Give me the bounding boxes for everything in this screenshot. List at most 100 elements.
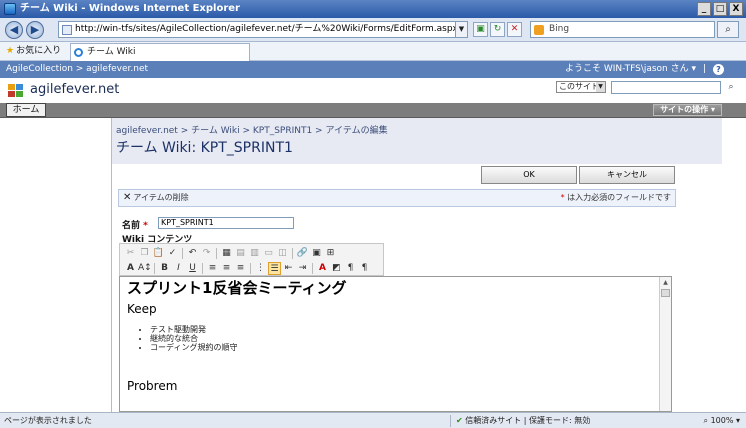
- welcome-menu[interactable]: ようこそ WIN-TFS\jason さん ▾: [565, 61, 696, 78]
- site-search-icon[interactable]: ⌕: [724, 81, 738, 94]
- wiki-content-editor[interactable]: スプリント1反省会ミーティング Keep テスト駆動開発 継続的な統合 コーディ…: [119, 276, 672, 412]
- doc-heading: スプリント1反省会ミーティング: [127, 279, 347, 297]
- required-star-icon: *: [143, 221, 148, 231]
- status-message: ページが表示されました: [4, 416, 92, 425]
- list-item: 継続的な統合: [150, 334, 237, 343]
- bulleted-list-icon[interactable]: ☰: [268, 261, 281, 275]
- zoom-icon: ⌕: [703, 416, 709, 425]
- close-button[interactable]: X: [729, 2, 743, 16]
- divider: [450, 415, 451, 427]
- bold-icon[interactable]: B: [158, 262, 171, 275]
- name-label: 名前 *: [122, 218, 148, 231]
- image-icon[interactable]: ▣: [310, 247, 323, 260]
- zoom-control[interactable]: ⌕ 100% ▾: [704, 413, 740, 428]
- cancel-button[interactable]: キャンセル: [579, 166, 675, 184]
- refresh-icon[interactable]: ↻: [490, 22, 505, 37]
- global-breadcrumb[interactable]: AgileCollection > agilefever.net: [6, 61, 148, 78]
- page-title-area: agilefever.net > チーム Wiki > KPT_SPRINT1 …: [112, 118, 722, 164]
- divider: [292, 247, 293, 259]
- security-zone-text: 信頼済みサイト | 保護モード: 無効: [465, 416, 591, 425]
- favorites-button[interactable]: ★ お気に入り: [6, 45, 61, 58]
- favorites-label: お気に入り: [16, 46, 62, 56]
- table-icon[interactable]: ▦: [220, 247, 233, 260]
- source-icon[interactable]: ⊞: [324, 247, 337, 260]
- tab-title: チーム Wiki: [87, 47, 136, 57]
- name-field[interactable]: KPT_SPRINT1: [158, 217, 294, 229]
- search-scope-value: このサイト: [559, 82, 599, 91]
- top-link-bar: ホーム サイトの操作 ▾: [0, 103, 746, 118]
- left-navigation: [0, 118, 112, 412]
- divider: [182, 247, 183, 259]
- merge-cells-icon[interactable]: ▭: [262, 247, 275, 260]
- back-button[interactable]: ◀: [5, 21, 23, 39]
- scroll-thumb[interactable]: [661, 289, 670, 297]
- keep-heading: Keep: [127, 302, 157, 316]
- problem-heading: Probrem: [127, 379, 178, 393]
- ok-button[interactable]: OK: [481, 166, 577, 184]
- font-size-icon[interactable]: A↕: [138, 262, 152, 275]
- hyperlink-icon[interactable]: 🔗: [296, 247, 309, 260]
- required-note-text: は入力必須のフィールドです: [567, 193, 671, 202]
- star-icon: ★: [6, 46, 15, 56]
- delete-icon: ✕: [123, 192, 132, 203]
- spellcheck-icon[interactable]: ✓: [166, 247, 179, 260]
- rtl-icon[interactable]: ¶: [358, 262, 371, 275]
- tab-home[interactable]: ホーム: [6, 103, 46, 117]
- keep-list: テスト駆動開発 継続的な統合 コーディング規約の順守: [150, 325, 237, 352]
- highlight-color-icon[interactable]: ◩: [330, 262, 343, 275]
- align-center-icon[interactable]: ≡: [220, 262, 233, 275]
- divider: [250, 262, 251, 274]
- scroll-up-icon[interactable]: ▲: [661, 278, 670, 287]
- copy-icon[interactable]: ❐: [138, 247, 151, 260]
- editor-scrollbar[interactable]: ▲: [659, 277, 671, 411]
- undo-icon[interactable]: ↶: [186, 247, 199, 260]
- numbered-list-icon[interactable]: ⋮: [254, 262, 267, 275]
- ltr-icon[interactable]: ¶: [344, 262, 357, 275]
- zoom-level: 100%: [710, 416, 734, 425]
- divider: [216, 247, 217, 259]
- insert-column-icon[interactable]: ▥: [248, 247, 261, 260]
- delete-item-button[interactable]: ✕ アイテムの削除: [123, 190, 189, 206]
- site-header: agilefever.net このサイト ▼ ⌕: [0, 78, 746, 103]
- site-actions-menu[interactable]: サイトの操作 ▾: [653, 104, 722, 116]
- indent-icon[interactable]: ⇥: [296, 262, 309, 275]
- cut-icon[interactable]: ✂: [124, 247, 137, 260]
- stop-icon[interactable]: ✕: [507, 22, 522, 37]
- search-icon[interactable]: ⌕: [717, 21, 739, 38]
- forward-button[interactable]: ▶: [26, 21, 44, 39]
- divider: [202, 262, 203, 274]
- insert-row-icon[interactable]: ▤: [234, 247, 247, 260]
- align-right-icon[interactable]: ≡: [234, 262, 247, 275]
- font-icon[interactable]: A: [124, 262, 137, 275]
- required-star-icon: *: [560, 193, 565, 202]
- outdent-icon[interactable]: ⇤: [282, 262, 295, 275]
- ie-tab-icon: [74, 48, 83, 57]
- maximize-button[interactable]: □: [713, 2, 727, 16]
- address-field[interactable]: http://win-tfs/sites/AgileCollection/agi…: [58, 21, 468, 38]
- page-title: チーム Wiki: KPT_SPRINT1: [116, 140, 293, 156]
- search-scope-select[interactable]: このサイト ▼: [556, 81, 606, 93]
- breadcrumb[interactable]: agilefever.net > チーム Wiki > KPT_SPRINT1 …: [116, 123, 388, 136]
- compatibility-icon[interactable]: ▣: [473, 22, 488, 37]
- text-color-icon[interactable]: A: [316, 262, 329, 275]
- align-left-icon[interactable]: ≡: [206, 262, 219, 275]
- address-dropdown-icon[interactable]: ▼: [455, 21, 468, 38]
- right-margin: [722, 118, 746, 412]
- help-icon[interactable]: ?: [713, 64, 724, 75]
- site-search-input[interactable]: [611, 81, 721, 94]
- paste-icon[interactable]: 📋: [152, 247, 165, 260]
- redo-icon[interactable]: ↷: [200, 247, 213, 260]
- split-cell-icon[interactable]: ◫: [276, 247, 289, 260]
- search-field[interactable]: Bing: [530, 21, 715, 38]
- browser-tab[interactable]: チーム Wiki: [70, 43, 250, 61]
- required-note: * は入力必須のフィールドです: [561, 190, 671, 206]
- divider: [312, 262, 313, 274]
- security-zone[interactable]: ✔ 信頼済みサイト | 保護モード: 無効: [456, 413, 590, 428]
- name-label-text: 名前: [122, 221, 141, 231]
- site-name[interactable]: agilefever.net: [30, 82, 119, 97]
- window-titlebar: チーム Wiki - Windows Internet Explorer _ □…: [0, 0, 746, 18]
- address-text: http://win-tfs/sites/AgileCollection/agi…: [75, 24, 468, 34]
- underline-icon[interactable]: U: [186, 262, 199, 275]
- minimize-button[interactable]: _: [697, 2, 711, 16]
- italic-icon[interactable]: I: [172, 262, 185, 275]
